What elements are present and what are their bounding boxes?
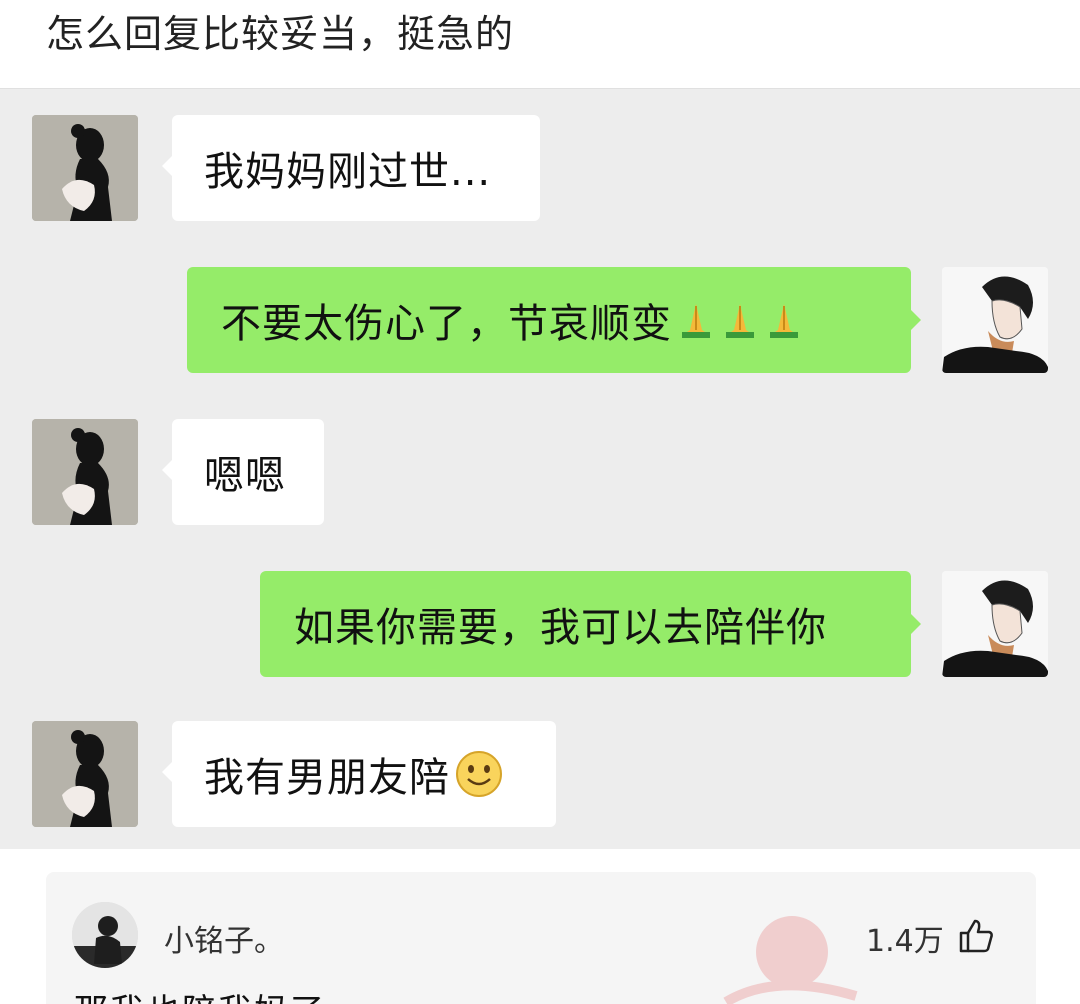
female-avatar — [32, 115, 138, 221]
stamp-watermark — [723, 916, 858, 1004]
female-avatar — [32, 419, 138, 525]
message-bubble-outgoing: 如果你需要，我可以去陪伴你 — [260, 571, 921, 677]
pray-icon — [720, 300, 760, 340]
comment-text: 那我也陪我妈了 — [74, 984, 326, 1004]
message-bubble-incoming: 我有男朋友陪 — [162, 721, 556, 827]
male-avatar — [942, 267, 1048, 373]
message-bubble-incoming: 嗯嗯 — [162, 419, 324, 525]
thumbs-up-icon[interactable] — [958, 918, 994, 954]
like-count: 1.4万 — [866, 924, 944, 959]
chat-screenshot: 我妈妈刚过世... 不要太伤心了，节哀顺变 嗯嗯 如果你需要，我可以去陪伴你 我… — [0, 88, 1080, 849]
male-avatar — [942, 571, 1048, 677]
message-text: 嗯嗯 — [204, 453, 286, 499]
comment-card: 小铭子。 1.4万 那我也陪我妈了 — [46, 872, 1036, 1004]
female-silhouette-icon — [32, 419, 138, 525]
male-sketch-icon — [942, 571, 1048, 677]
pray-icon — [676, 300, 716, 340]
message-bubble-outgoing: 不要太伤心了，节哀顺变 — [187, 267, 921, 373]
message-text: 我有男朋友陪 — [204, 755, 450, 801]
message-text: 不要太伤心了，节哀顺变 — [221, 301, 672, 347]
male-sketch-icon — [942, 267, 1048, 373]
message-bubble-incoming: 我妈妈刚过世... — [162, 115, 540, 221]
commenter-name[interactable]: 小铭子。 — [164, 916, 284, 960]
female-silhouette-icon — [32, 721, 138, 827]
post-title: 怎么回复比较妥当，挺急的 — [46, 12, 515, 56]
female-avatar — [32, 721, 138, 827]
smile-emoji-icon — [454, 749, 504, 799]
pray-icon — [764, 300, 804, 340]
message-text: 我妈妈刚过世... — [204, 149, 492, 195]
commenter-avatar[interactable] — [72, 902, 138, 968]
female-silhouette-icon — [32, 115, 138, 221]
message-text: 如果你需要，我可以去陪伴你 — [294, 605, 827, 651]
post-page: 怎么回复比较妥当，挺急的 我妈妈刚过世... 不要太伤心了，节哀顺变 嗯嗯 如果… — [0, 0, 1080, 1004]
